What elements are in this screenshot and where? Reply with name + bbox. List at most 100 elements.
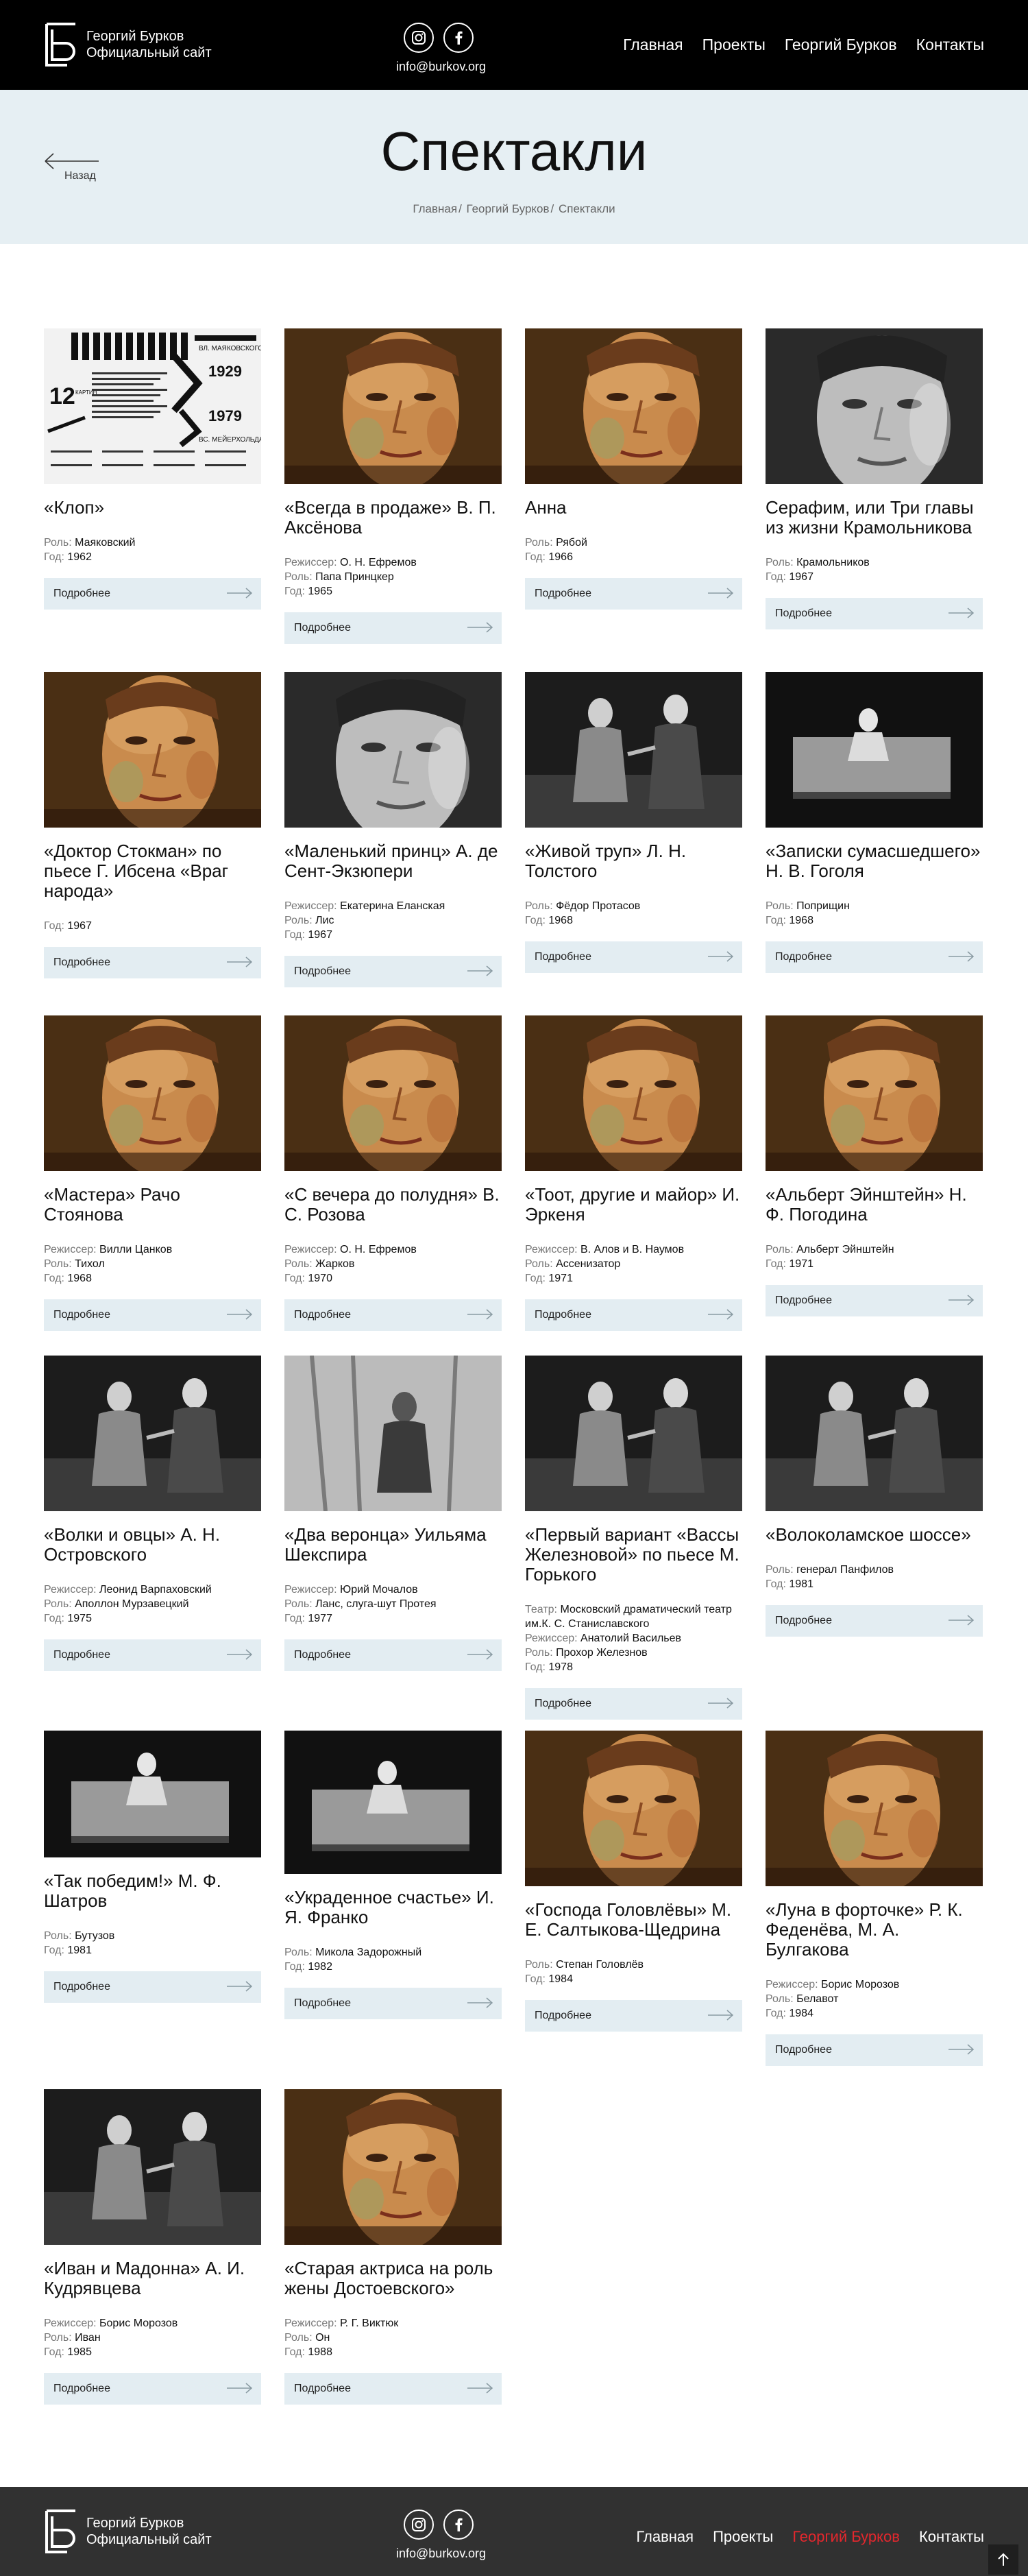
performance-image[interactable] bbox=[284, 328, 502, 484]
performance-title[interactable]: «Волоколамское шоссе» bbox=[766, 1525, 983, 1545]
footer-nav-contacts[interactable]: Контакты bbox=[919, 2528, 984, 2546]
performance-title[interactable]: «Мастера» Рачо Стоянова bbox=[44, 1185, 261, 1225]
instagram-icon[interactable] bbox=[404, 23, 434, 53]
meta-line: Режиссер: Анатолий Васильев bbox=[525, 1631, 742, 1646]
performance-title[interactable]: «Луна в форточке» Р. К. Феденёва, М. А. … bbox=[766, 1900, 983, 1960]
more-button[interactable]: Подробнее bbox=[766, 2034, 983, 2066]
performance-image[interactable] bbox=[766, 1356, 983, 1511]
more-button[interactable]: Подробнее bbox=[284, 2373, 502, 2405]
meta-value: В. Алов и В. Наумов bbox=[580, 1244, 685, 1255]
footer-logo-line1: Георгий Бурков bbox=[86, 2516, 184, 2531]
breadcrumb-burkov[interactable]: Георгий Бурков bbox=[467, 202, 550, 215]
performance-image[interactable] bbox=[525, 672, 742, 828]
performance-image[interactable] bbox=[44, 2089, 261, 2245]
arrow-right-icon bbox=[467, 622, 493, 633]
meta-line: Год: 1985 bbox=[44, 2345, 261, 2359]
performance-image[interactable] bbox=[525, 1015, 742, 1171]
performance-image[interactable] bbox=[44, 1731, 261, 1857]
more-label: Подробнее bbox=[53, 1309, 110, 1321]
footer-nav-home[interactable]: Главная bbox=[636, 2528, 694, 2546]
more-label: Подробнее bbox=[53, 1981, 110, 1993]
more-button[interactable]: Подробнее bbox=[44, 578, 261, 610]
performance-title[interactable]: «Маленький принц» А. де Сент-Экзюпери bbox=[284, 841, 502, 881]
more-button[interactable]: Подробнее bbox=[44, 1971, 261, 2003]
footer-email-link[interactable]: info@burkov.org bbox=[396, 2547, 486, 2561]
performance-title[interactable]: «Живой труп» Л. Н. Толстого bbox=[525, 841, 742, 881]
more-button[interactable]: Подробнее bbox=[284, 1988, 502, 2019]
footer-nav-projects[interactable]: Проекты bbox=[713, 2528, 773, 2546]
site-logo[interactable]: Георгий Бурков Официальный сайт bbox=[44, 23, 212, 67]
meta-key: Год: bbox=[284, 929, 305, 941]
footer-nav-burkov[interactable]: Георгий Бурков bbox=[792, 2528, 900, 2546]
more-button[interactable]: Подробнее bbox=[525, 1299, 742, 1331]
more-button[interactable]: Подробнее bbox=[525, 941, 742, 973]
more-button[interactable]: Подробнее bbox=[766, 598, 983, 629]
instagram-icon[interactable] bbox=[404, 2509, 434, 2540]
performance-title[interactable]: «Старая актриса на роль жены Достоевског… bbox=[284, 2259, 502, 2298]
performance-image[interactable] bbox=[284, 2089, 502, 2245]
more-button[interactable]: Подробнее bbox=[525, 2000, 742, 2032]
performance-title[interactable]: «Так победим!» М. Ф. Шатров bbox=[44, 1871, 261, 1911]
more-button[interactable]: Подробнее bbox=[284, 956, 502, 987]
performance-image[interactable] bbox=[44, 1356, 261, 1511]
performance-image[interactable] bbox=[766, 1731, 983, 1886]
performance-image[interactable] bbox=[284, 1731, 502, 1874]
performance-image[interactable] bbox=[284, 1356, 502, 1511]
performance-image[interactable] bbox=[766, 672, 983, 828]
more-button[interactable]: Подробнее bbox=[525, 1688, 742, 1720]
meta-key: Режиссер: bbox=[525, 1244, 578, 1255]
performance-image[interactable] bbox=[525, 328, 742, 484]
footer-logo[interactable]: Георгий Бурков Официальный сайт bbox=[44, 2509, 212, 2553]
more-button[interactable]: Подробнее bbox=[766, 941, 983, 973]
performance-title[interactable]: «Тоот, другие и майор» И. Эркеня bbox=[525, 1185, 742, 1225]
performance-image[interactable] bbox=[44, 672, 261, 828]
more-button[interactable]: Подробнее bbox=[44, 947, 261, 978]
performance-image[interactable]: ВЛ. МАЯКОВСКОГО 1929 1979 ВС. МЕЙЕРХОЛЬД… bbox=[44, 328, 261, 484]
more-button[interactable]: Подробнее bbox=[44, 1639, 261, 1671]
more-button[interactable]: Подробнее bbox=[284, 1299, 502, 1331]
nav-home[interactable]: Главная bbox=[623, 36, 683, 54]
more-button[interactable]: Подробнее bbox=[44, 1299, 261, 1331]
performance-title[interactable]: Анна bbox=[525, 498, 742, 518]
scroll-to-top-button[interactable] bbox=[988, 2544, 1018, 2575]
meta-line: Роль: Иван bbox=[44, 2331, 261, 2345]
logo-text: Георгий Бурков Официальный сайт bbox=[86, 28, 212, 61]
performance-title[interactable]: «Волки и овцы» А. Н. Островского bbox=[44, 1525, 261, 1565]
performance-title[interactable]: «Иван и Мадонна» А. И. Кудрявцева bbox=[44, 2259, 261, 2298]
performance-title[interactable]: «Первый вариант «Вассы Железновой» по пь… bbox=[525, 1525, 742, 1585]
performance-title[interactable]: «Альберт Эйнштейн» Н. Ф. Погодина bbox=[766, 1185, 983, 1225]
performance-title[interactable]: «Всегда в продаже» В. П. Аксёнова bbox=[284, 498, 502, 538]
more-button[interactable]: Подробнее bbox=[766, 1285, 983, 1316]
nav-projects[interactable]: Проекты bbox=[702, 36, 766, 54]
performance-title[interactable]: Серафим, или Три главы из жизни Крамольн… bbox=[766, 498, 983, 538]
performance-title[interactable]: «Доктор Стокман» по пьесе Г. Ибсена «Вра… bbox=[44, 841, 261, 901]
more-button[interactable]: Подробнее bbox=[284, 1639, 502, 1671]
facebook-icon[interactable] bbox=[443, 2509, 474, 2540]
meta-key: Режиссер: bbox=[284, 557, 337, 568]
performance-title[interactable]: «Господа Головлёвы» М. Е. Салтыкова-Щедр… bbox=[525, 1900, 742, 1940]
performance-image[interactable] bbox=[766, 1015, 983, 1171]
more-button[interactable]: Подробнее bbox=[525, 578, 742, 610]
more-button[interactable]: Подробнее bbox=[284, 612, 502, 644]
performance-title[interactable]: «Записки сумасшедшего» Н. В. Гоголя bbox=[766, 841, 983, 881]
performance-title[interactable]: «С вечера до полудня» В. С. Розова bbox=[284, 1185, 502, 1225]
more-button[interactable]: Подробнее bbox=[44, 2373, 261, 2405]
more-label: Подробнее bbox=[775, 1295, 832, 1306]
performance-image[interactable] bbox=[525, 1731, 742, 1886]
performance-card: «Мастера» Рачо Стоянова Режиссер: Вилли Ц… bbox=[44, 1015, 261, 1331]
performance-image[interactable] bbox=[766, 328, 983, 484]
performance-title[interactable]: «Украденное счастье» И. Я. Франко bbox=[284, 1888, 502, 1927]
performance-image[interactable] bbox=[44, 1015, 261, 1171]
meta-line: Год: 1966 bbox=[525, 550, 742, 564]
more-button[interactable]: Подробнее bbox=[766, 1605, 983, 1637]
facebook-icon[interactable] bbox=[443, 23, 474, 53]
performance-image[interactable] bbox=[284, 1015, 502, 1171]
nav-burkov[interactable]: Георгий Бурков bbox=[785, 36, 897, 54]
performance-image[interactable] bbox=[525, 1356, 742, 1511]
breadcrumb-home[interactable]: Главная bbox=[413, 202, 457, 215]
performance-title[interactable]: «Клоп» bbox=[44, 498, 261, 518]
performance-image[interactable] bbox=[284, 672, 502, 828]
header-email-link[interactable]: info@burkov.org bbox=[396, 60, 486, 74]
performance-title[interactable]: «Два веронца» Уильяма Шекспира bbox=[284, 1525, 502, 1565]
nav-contacts[interactable]: Контакты bbox=[916, 36, 984, 54]
